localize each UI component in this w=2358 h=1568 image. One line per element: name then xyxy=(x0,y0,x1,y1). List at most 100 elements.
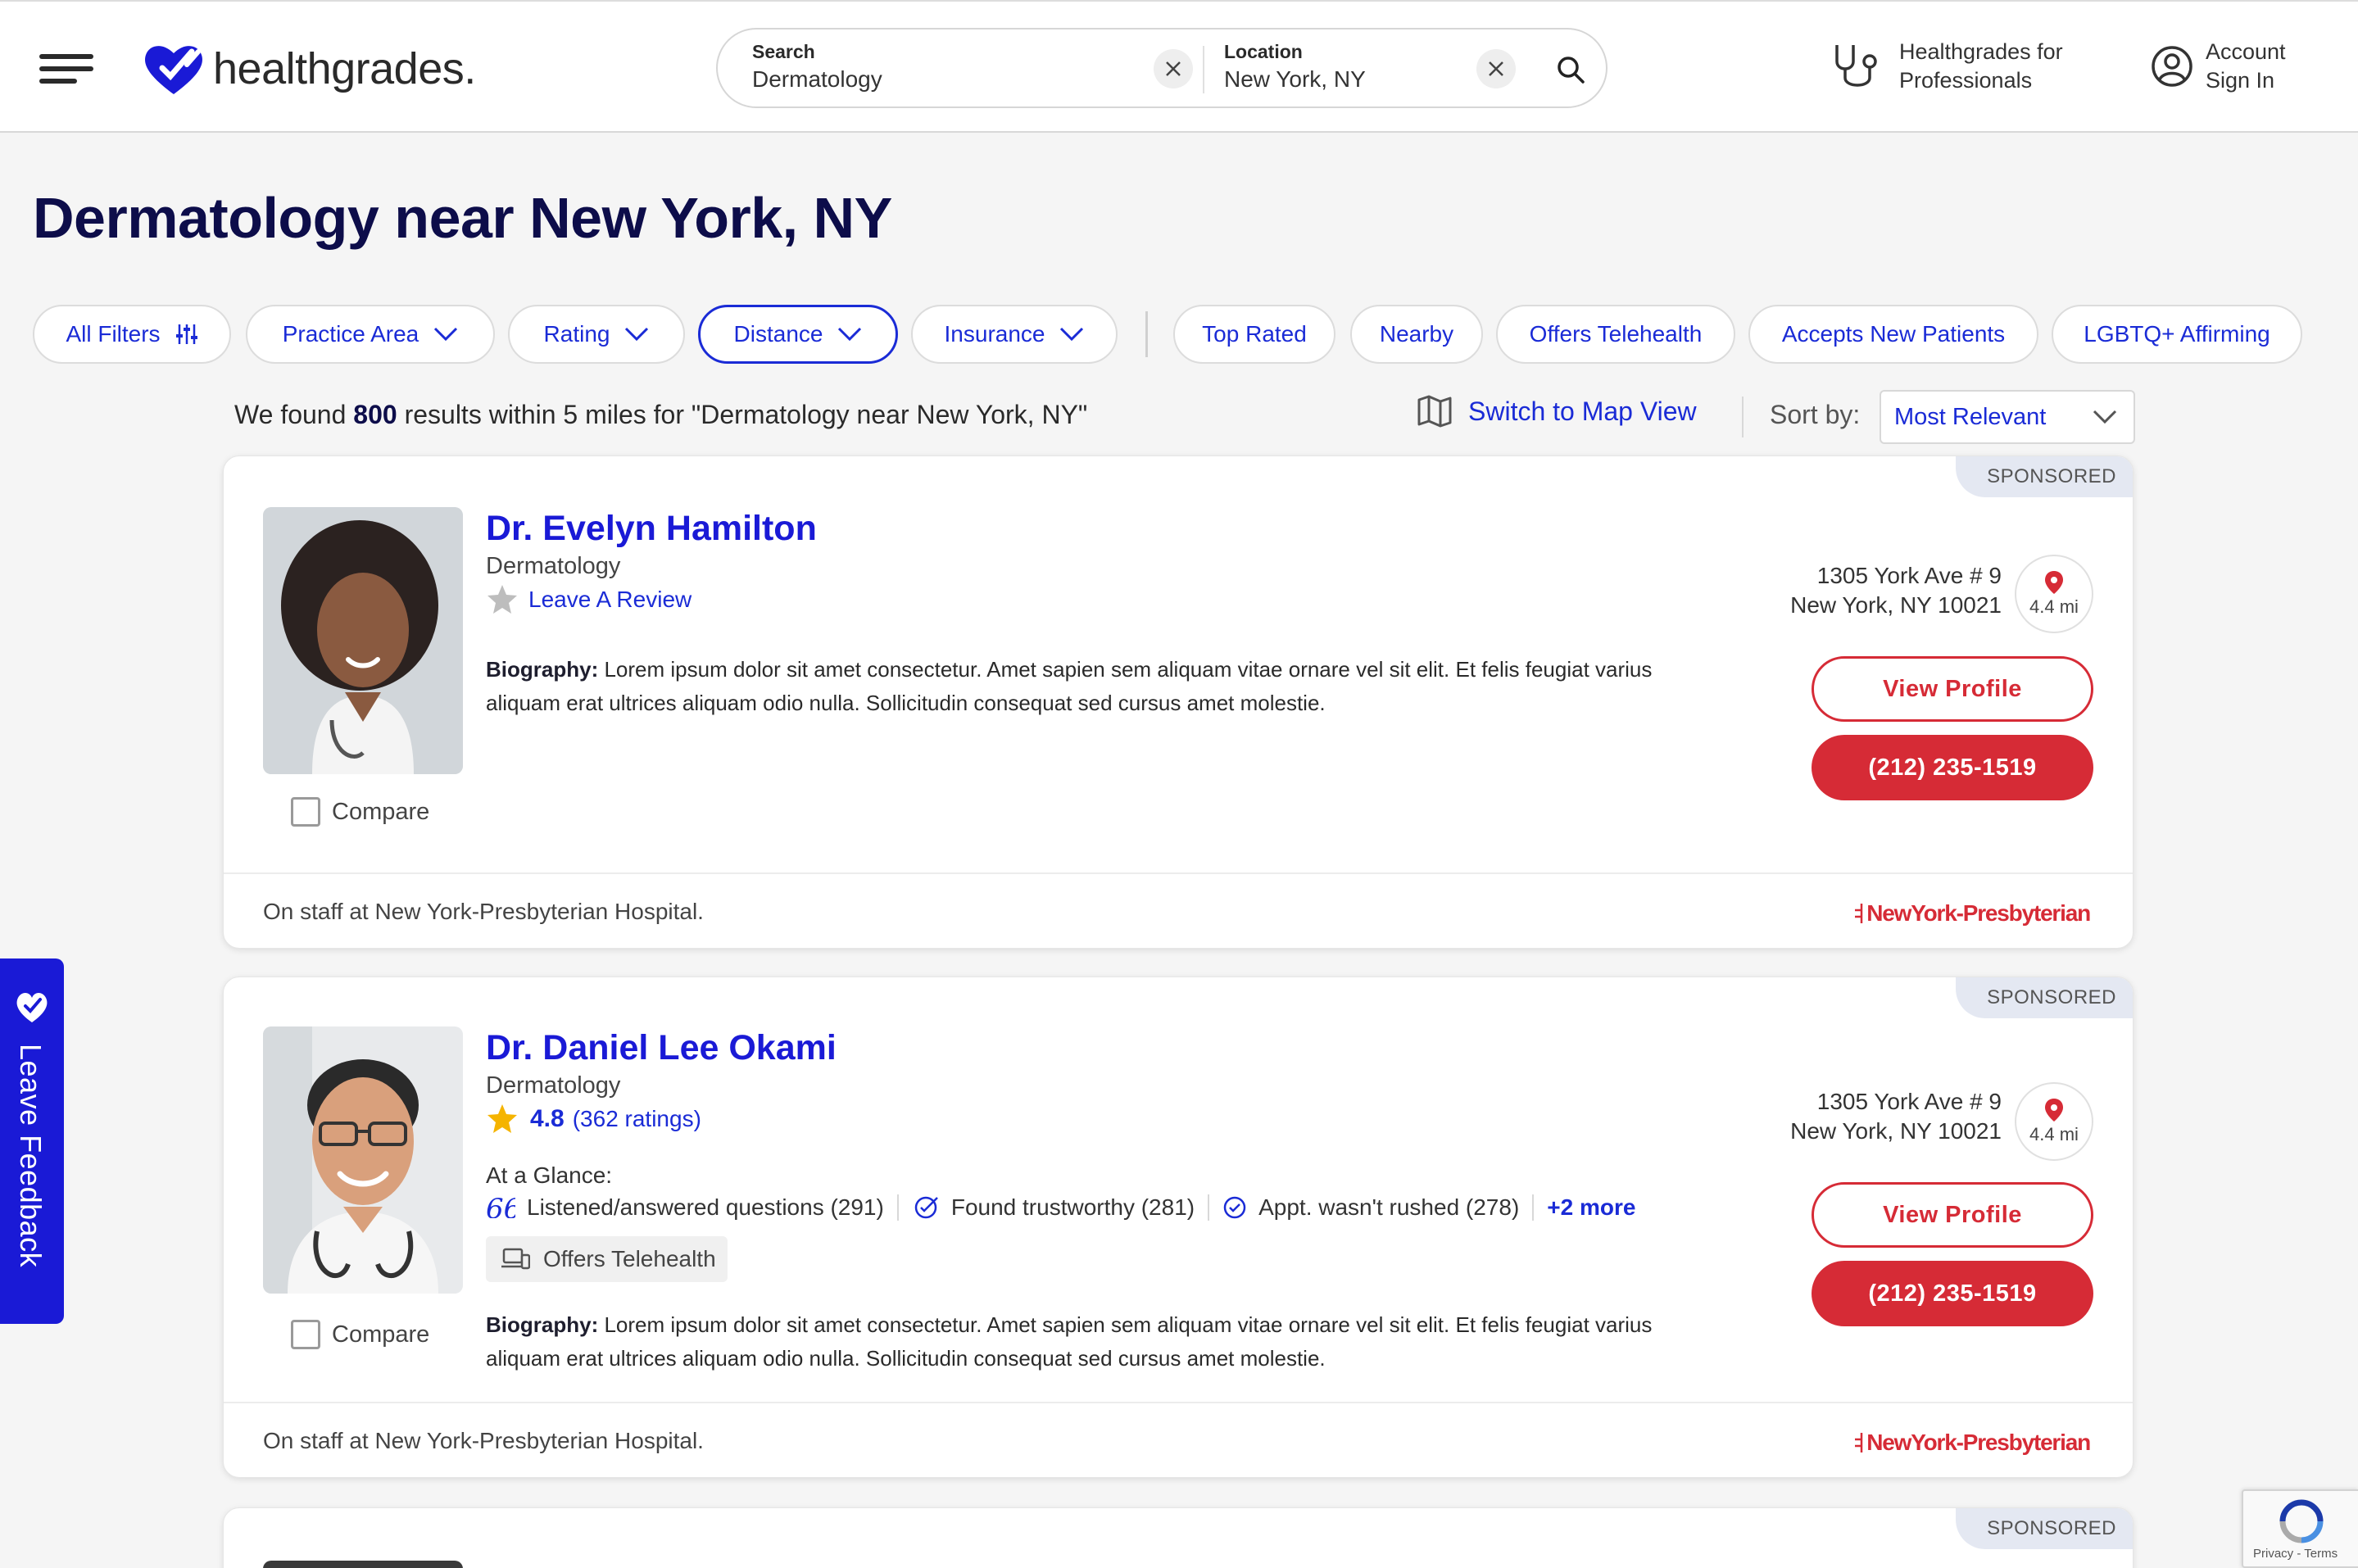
filter-label: Offers Telehealth xyxy=(1529,321,1703,347)
search-input[interactable]: Dermatology xyxy=(752,66,882,93)
menu-icon[interactable] xyxy=(39,52,93,85)
nyp-mark-icon xyxy=(1855,1433,1863,1452)
provider-photo[interactable] xyxy=(263,1026,463,1294)
compare-checkbox[interactable]: Compare xyxy=(291,1320,429,1349)
switch-to-map-view-link[interactable]: Switch to Map View xyxy=(1417,395,1697,428)
staff-affiliation: On staff at New York-Presbyterian Hospit… xyxy=(263,899,704,924)
provider-card: SPONSORED Compare Dr. Daniel Lee Okami D… xyxy=(223,977,2134,1478)
phone-button[interactable]: (212) 235-1519 xyxy=(1812,735,2093,800)
compare-checkbox[interactable]: Compare xyxy=(291,797,429,827)
filter-nearby[interactable]: Nearby xyxy=(1350,305,1483,364)
search-bar: Search Dermatology Location New York, NY xyxy=(716,28,1608,108)
filter-rating[interactable]: Rating xyxy=(508,305,685,364)
page-title: Dermatology near New York, NY xyxy=(33,186,892,250)
card-footer: On staff at New York-Presbyterian Hospit… xyxy=(224,872,2133,948)
clear-search-button[interactable] xyxy=(1154,49,1193,88)
clear-location-button[interactable] xyxy=(1476,49,1516,88)
filter-label: Distance xyxy=(733,321,823,347)
sort-label: Sort by: xyxy=(1770,400,1861,429)
biography-label: Biography: xyxy=(486,657,599,682)
provider-specialty: Dermatology xyxy=(486,553,621,579)
results-summary: We found 800 results within 5 miles for … xyxy=(234,400,1087,430)
account-sign-in-link[interactable]: Account Sign In xyxy=(2150,38,2286,95)
provider-photo[interactable] xyxy=(263,1561,463,1568)
heart-check-icon xyxy=(145,46,202,94)
sponsored-badge: SPONSORED xyxy=(1956,1508,2133,1549)
telehealth-label: Offers Telehealth xyxy=(543,1246,716,1271)
results-suffix: results within 5 miles for "Dermatology … xyxy=(397,400,1088,429)
filter-top-rated[interactable]: Top Rated xyxy=(1173,305,1335,364)
biography: Biography: Lorem ipsum dolor sit amet co… xyxy=(486,653,1731,720)
professionals-link[interactable]: Healthgrades for Professionals xyxy=(1830,38,2063,95)
compare-label: Compare xyxy=(332,798,430,825)
account-line1: Account xyxy=(2206,39,2286,64)
filter-label: Nearby xyxy=(1379,321,1454,347)
provider-address: 1305 York Ave # 9 New York, NY 10021 xyxy=(1790,561,2002,620)
map-link-label: Switch to Map View xyxy=(1468,396,1697,426)
badge-check-icon xyxy=(914,1196,938,1219)
recaptcha-links[interactable]: Privacy - Terms xyxy=(2253,1547,2338,1561)
close-icon xyxy=(1489,61,1503,76)
location-field[interactable]: Location New York, NY xyxy=(1224,41,1366,93)
professionals-line1: Healthgrades for xyxy=(1899,39,2063,64)
location-input[interactable]: New York, NY xyxy=(1224,66,1366,93)
leave-review-link[interactable]: Leave A Review xyxy=(528,587,692,613)
recaptcha-badge[interactable]: Privacy - Terms xyxy=(2242,1489,2358,1568)
provider-specialty: Dermatology xyxy=(486,1072,621,1099)
sponsored-badge: SPONSORED xyxy=(1956,977,2133,1018)
chevron-down-icon xyxy=(838,327,862,342)
filter-practice-area[interactable]: Practice Area xyxy=(246,305,495,364)
sort-select[interactable]: Most Relevant xyxy=(1880,390,2135,444)
leave-feedback-tab[interactable]: Leave Feedback xyxy=(0,958,64,1324)
at-a-glance-label: At a Glance: xyxy=(486,1162,613,1188)
rating-count-link[interactable]: (362 ratings) xyxy=(573,1106,701,1132)
glance-text: Appt. wasn't rushed (278) xyxy=(1258,1194,1520,1220)
biography-text: Lorem ipsum dolor sit amet consectetur. … xyxy=(486,657,1653,715)
provider-name-link[interactable]: Dr. Evelyn Hamilton xyxy=(486,509,817,549)
filter-accepts-new-patients[interactable]: Accepts New Patients xyxy=(1748,305,2038,364)
provider-name-link[interactable]: Dr. Daniel Lee Okami xyxy=(486,1028,837,1068)
nyp-mark-icon xyxy=(1855,904,1863,923)
recaptcha-icon xyxy=(2279,1499,2324,1543)
biography: Biography: Lorem ipsum dolor sit amet co… xyxy=(486,1308,1731,1375)
search-button[interactable] xyxy=(1550,49,1591,90)
filter-offers-telehealth[interactable]: Offers Telehealth xyxy=(1496,305,1735,364)
filter-insurance[interactable]: Insurance xyxy=(911,305,1118,364)
checkbox[interactable] xyxy=(291,797,320,827)
telehealth-badge: Offers Telehealth xyxy=(486,1236,728,1282)
portrait-image xyxy=(263,1026,463,1294)
rating-value: 4.8 xyxy=(530,1105,565,1132)
filter-distance[interactable]: Distance xyxy=(698,305,898,364)
map-pin-icon xyxy=(2045,1099,2063,1122)
hospital-logo: NewYork-Presbyterian xyxy=(1853,1430,2091,1456)
view-profile-button[interactable]: View Profile xyxy=(1812,1182,2093,1248)
professionals-line2: Professionals xyxy=(1899,68,2033,93)
glance-item: 66 Listened/answered questions (291) xyxy=(486,1194,884,1221)
checkbox[interactable] xyxy=(291,1320,320,1349)
phone-button[interactable]: (212) 235-1519 xyxy=(1812,1261,2093,1326)
healthgrades-logo[interactable]: healthgrades. xyxy=(141,38,476,100)
at-a-glance-list: 66 Listened/answered questions (291) Fou… xyxy=(486,1194,1635,1221)
filter-label: Accepts New Patients xyxy=(1781,321,2006,347)
sort-value: Most Relevant xyxy=(1894,403,2047,430)
account-line2: Sign In xyxy=(2206,68,2275,93)
review-row: Leave A Review xyxy=(486,584,692,615)
search-icon xyxy=(1558,57,1585,84)
provider-photo[interactable] xyxy=(263,507,463,774)
chevron-down-icon xyxy=(1060,327,1084,342)
biography-label: Biography: xyxy=(486,1312,599,1337)
site-header: healthgrades. Search Dermatology Locatio… xyxy=(0,0,2358,133)
filter-all-filters[interactable]: All Filters xyxy=(33,305,231,364)
filter-divider xyxy=(1145,311,1148,357)
view-profile-button[interactable]: View Profile xyxy=(1812,656,2093,722)
filter-lgbtq-affirming[interactable]: LGBTQ+ Affirming xyxy=(2052,305,2302,364)
logo-wordmark: healthgrades. xyxy=(213,44,476,93)
results-bar-divider xyxy=(1742,397,1744,437)
provider-card: SPONSORED Compare Dr. Evelyn Hamilton De… xyxy=(223,455,2134,949)
glance-text: Listened/answered questions (291) xyxy=(527,1194,884,1220)
glance-more-link[interactable]: +2 more xyxy=(1547,1194,1635,1221)
search-field[interactable]: Search Dermatology xyxy=(752,41,882,93)
address-line2: New York, NY 10021 xyxy=(1790,592,2002,618)
provider-card: SPONSORED xyxy=(223,1507,2134,1568)
glance-text: Found trustworthy (281) xyxy=(950,1194,1195,1220)
